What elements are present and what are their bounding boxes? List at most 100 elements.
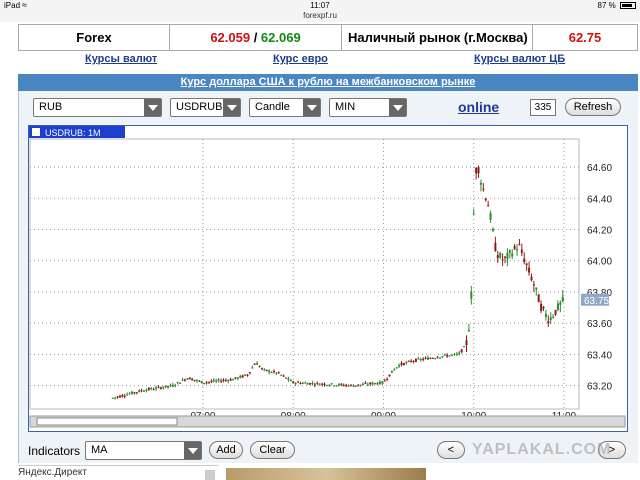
indicator-select[interactable]: MA	[85, 441, 202, 460]
ad-image[interactable]	[226, 468, 426, 480]
candle-body	[352, 385, 355, 387]
candle-body	[198, 380, 201, 382]
link-cb-rates[interactable]: Курсы валют ЦБ	[474, 53, 565, 65]
battery-icon	[620, 2, 636, 9]
plot-area	[29, 138, 580, 410]
candle-body	[347, 385, 350, 387]
candle-body	[263, 368, 266, 370]
candle-body	[523, 258, 526, 263]
candle-body	[414, 358, 417, 362]
candle-body	[268, 370, 271, 373]
link-currency-rates[interactable]: Курсы валют	[85, 53, 157, 65]
candle-body	[386, 379, 389, 381]
candle-body	[470, 291, 473, 299]
ad-label[interactable]: Яндекс.Директ	[18, 467, 87, 478]
candle-body	[549, 317, 552, 321]
candle-body	[277, 372, 280, 374]
candle-body	[116, 396, 119, 398]
candle-body	[186, 378, 189, 380]
candle-body	[236, 377, 239, 379]
chart-canvas[interactable]: 63.2063.4063.6063.8064.0064.2064.4064.60…	[29, 126, 627, 431]
candle-body	[400, 363, 403, 365]
candle-body	[482, 188, 485, 190]
candle-body	[530, 276, 533, 281]
candle-body	[540, 303, 543, 312]
forex-label: Forex	[18, 24, 170, 51]
candle-body	[410, 360, 413, 362]
candle-body	[246, 374, 249, 376]
symbol-tab-icon	[32, 128, 40, 136]
candle-body	[554, 309, 557, 315]
chevron-down-icon	[184, 442, 201, 459]
candle-body	[248, 372, 251, 374]
clear-indicators-button[interactable]: Clear	[250, 441, 295, 459]
candle-body	[335, 385, 338, 387]
last-price-label: 63.75	[584, 296, 609, 307]
interval-select[interactable]: MIN	[329, 98, 407, 117]
candle-body	[111, 397, 114, 399]
candle-body	[270, 372, 273, 374]
link-euro-rate[interactable]: Курс евро	[273, 53, 328, 65]
candle-body	[181, 379, 184, 381]
candle-body	[487, 205, 490, 207]
pair-select[interactable]: USDRUB	[170, 98, 241, 117]
candle-body	[191, 378, 194, 381]
candle-count-field[interactable]: 335	[530, 99, 556, 116]
symbol-tab-label: USDRUB: 1M	[45, 128, 101, 138]
candle-body	[275, 372, 278, 374]
currency-select[interactable]: RUB	[33, 98, 162, 117]
watermark: YAPLAKAL.COM	[472, 441, 612, 458]
candle-body	[265, 369, 268, 371]
candle-body	[556, 303, 559, 311]
candle-body	[133, 392, 136, 394]
panel-title[interactable]: Курс доллара США к рублю на межбанковско…	[18, 74, 638, 91]
candle-body	[241, 375, 244, 378]
candle-body	[282, 375, 285, 377]
indicator-value: MA	[91, 444, 108, 456]
cash-market-value: 62.75	[532, 24, 638, 51]
candle-body	[383, 380, 386, 382]
rates-table: Forex 62.059 / 62.069 Наличный рынок (г.…	[18, 24, 638, 51]
candle-body	[417, 358, 420, 360]
online-link[interactable]: online	[458, 99, 499, 115]
candle-body	[535, 287, 538, 290]
candle-body	[508, 250, 511, 253]
candle-body	[155, 387, 158, 389]
candle-body	[455, 353, 458, 355]
add-indicator-button[interactable]: Add	[209, 441, 243, 459]
candle-body	[147, 388, 150, 390]
chevron-down-icon	[389, 99, 406, 116]
candle-body	[280, 374, 283, 376]
candle-body	[395, 367, 398, 369]
candlestick-chart[interactable]: 63.20 63.40 63.60 63.80 64.00 64.20 64.40 64.60…	[28, 125, 628, 432]
forex-bid: 62.059	[210, 30, 251, 45]
prev-button[interactable]: <	[437, 441, 465, 459]
candle-body	[333, 385, 336, 387]
candle-body	[200, 381, 203, 384]
candle-body	[205, 382, 208, 384]
candle-body	[405, 362, 408, 364]
refresh-button[interactable]: Refresh	[565, 98, 621, 116]
candle-body	[121, 395, 124, 397]
candle-body	[402, 363, 405, 365]
candle-body	[253, 363, 256, 365]
candle-body	[354, 385, 357, 387]
candle-body	[463, 346, 466, 348]
candle-body	[552, 316, 555, 318]
candle-body	[381, 381, 384, 384]
candle-body	[114, 397, 117, 399]
candle-body	[118, 395, 121, 398]
chart-type-select[interactable]: Candle	[249, 98, 321, 117]
candle-body	[371, 382, 374, 385]
candle-body	[229, 379, 232, 381]
candle-body	[309, 383, 312, 385]
chart-type-value: Candle	[255, 101, 290, 113]
candle-body	[532, 284, 535, 286]
candle-body	[376, 383, 379, 385]
battery-status: 87 %	[598, 1, 636, 10]
candle-body	[239, 375, 242, 378]
address-bar[interactable]: forexpf.ru	[0, 11, 640, 22]
ad-close-icon[interactable]	[205, 470, 215, 480]
candle-body	[453, 353, 456, 355]
candle-body	[227, 380, 230, 382]
